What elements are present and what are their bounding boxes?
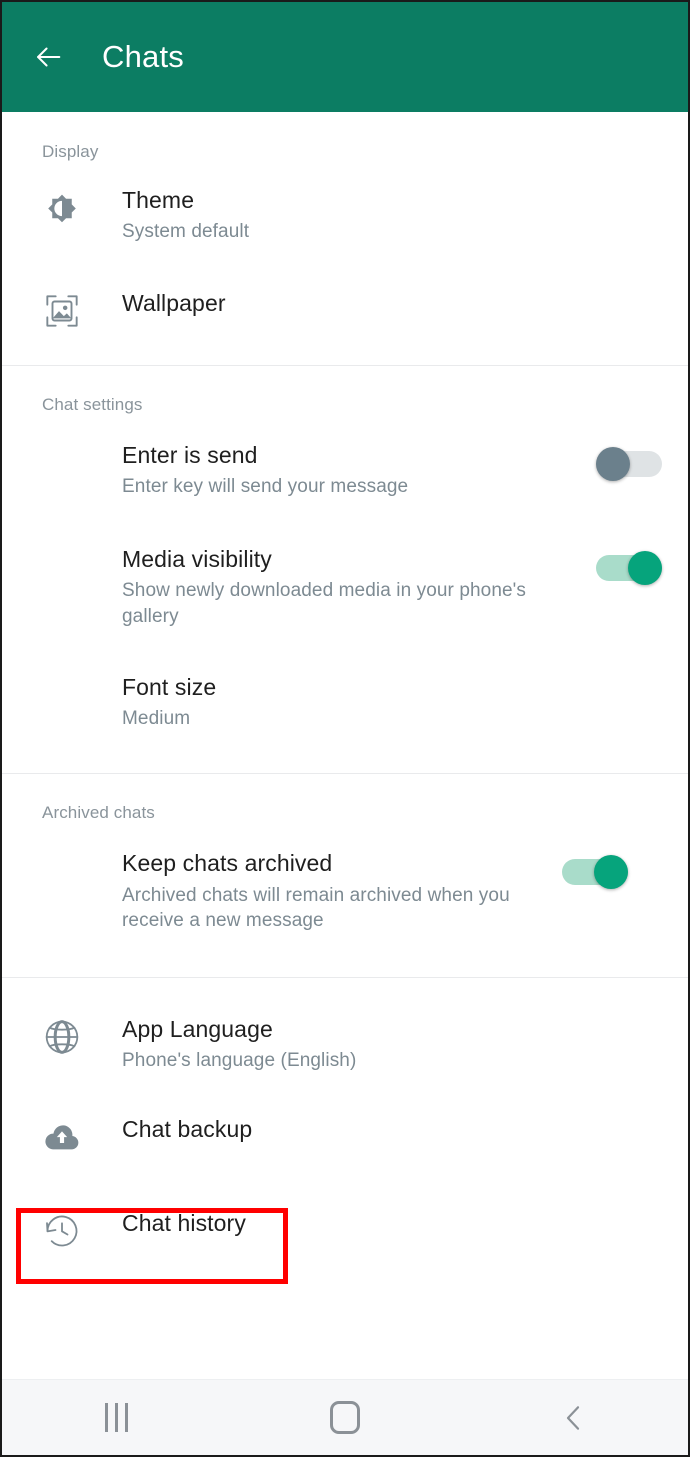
nav-home-button[interactable]: [290, 1388, 400, 1448]
row-text-chat-backup: Chat backup: [122, 1115, 662, 1144]
android-nav-bar: [2, 1379, 688, 1455]
row-title-font-size: Font size: [122, 673, 217, 700]
row-keep-chats-archived[interactable]: Keep chats archived Archived chats will …: [2, 829, 688, 977]
back-button[interactable]: [28, 37, 68, 77]
row-chat-history[interactable]: Chat history: [2, 1183, 688, 1277]
row-icon-app-language: [2, 1015, 122, 1057]
row-control-keep-chats-archived: [552, 849, 628, 890]
nav-back-button[interactable]: [519, 1388, 629, 1448]
row-text-theme: Theme System default: [122, 186, 662, 245]
cloud-upload-icon: [45, 1125, 79, 1150]
row-subtitle-enter-is-send: Enter key will send your message: [122, 475, 409, 497]
home-square-icon: [329, 1401, 360, 1434]
row-title-keep-chats-archived: Keep chats archived: [122, 850, 333, 877]
row-font-size[interactable]: Font size Medium: [2, 649, 688, 774]
row-media-visibility[interactable]: Media visibility Show newly downloaded m…: [2, 519, 688, 649]
row-text-font-size: Font size Medium: [122, 673, 662, 732]
row-text-app-language: App Language Phone's language (English): [122, 1015, 662, 1074]
section-label-display: Display: [42, 142, 99, 161]
row-icon-placeholder: [2, 673, 122, 675]
row-title-wallpaper: Wallpaper: [122, 289, 226, 316]
toggle-media-visibility[interactable]: [596, 551, 662, 586]
globe-icon: [42, 1019, 82, 1054]
row-subtitle-keep-chats-archived: Archived chats will remain archived when…: [122, 884, 510, 931]
row-icon-placeholder: [2, 545, 122, 547]
recents-bars-icon: [104, 1403, 128, 1432]
row-subtitle-media-visibility: Show newly downloaded media in your phon…: [122, 580, 527, 627]
row-wallpaper[interactable]: Wallpaper: [2, 263, 688, 365]
arrow-left-icon: [31, 40, 65, 74]
toggle-keep-chats-archived[interactable]: [562, 855, 628, 890]
row-title-media-visibility: Media visibility: [122, 546, 272, 573]
phone-screen: Chats Display Theme System default Wallp…: [0, 0, 690, 1457]
row-text-keep-chats-archived: Keep chats archived Archived chats will …: [122, 849, 552, 933]
row-text-media-visibility: Media visibility Show newly downloaded m…: [122, 545, 586, 629]
section-label-archived-chats: Archived chats: [42, 803, 155, 823]
row-title-chat-backup: Chat backup: [122, 1116, 253, 1143]
row-icon-placeholder: [2, 849, 122, 851]
toggle-enter-is-send[interactable]: [596, 446, 662, 481]
row-text-enter-is-send: Enter is send Enter key will send your m…: [122, 441, 586, 500]
row-control-enter-is-send: [586, 441, 662, 481]
chevron-left-icon: [558, 1402, 590, 1434]
row-icon-chat-history: [2, 1209, 122, 1251]
toggle-thumb: [596, 446, 630, 481]
row-subtitle-app-language: Phone's language (English): [122, 1050, 357, 1072]
toggle-thumb: [628, 551, 662, 586]
history-clock-icon: [42, 1211, 82, 1251]
row-text-chat-history: Chat history: [122, 1209, 662, 1238]
row-subtitle-theme: System default: [122, 221, 250, 243]
section-archived-chats: Archived chats Keep chats archived Archi…: [2, 773, 688, 977]
row-app-language[interactable]: App Language Phone's language (English): [2, 1001, 688, 1090]
app-bar: Chats: [2, 2, 688, 112]
row-title-enter-is-send: Enter is send: [122, 441, 258, 468]
row-icon-theme: [2, 186, 122, 228]
section-display: Display Theme System default Wallpaper: [2, 112, 688, 365]
row-icon-placeholder: [2, 441, 122, 443]
row-enter-is-send[interactable]: Enter is send Enter key will send your m…: [2, 421, 688, 520]
row-text-wallpaper: Wallpaper: [122, 289, 662, 318]
row-title-chat-history: Chat history: [122, 1210, 246, 1237]
row-control-media-visibility: [586, 545, 662, 586]
row-subtitle-font-size: Medium: [122, 708, 191, 730]
section-chat-settings: Chat settings Enter is send Enter key wi…: [2, 364, 688, 774]
nav-recents-button[interactable]: [61, 1388, 171, 1448]
settings-list: Display Theme System default Wallpaper C…: [2, 112, 688, 1278]
row-theme[interactable]: Theme System default: [2, 168, 688, 263]
page-title: Chats: [102, 39, 184, 74]
row-title-theme: Theme: [122, 187, 195, 213]
wallpaper-image-icon: [42, 291, 82, 331]
row-chat-backup[interactable]: Chat backup: [2, 1089, 688, 1183]
section-misc: App Language Phone's language (English) …: [2, 976, 688, 1278]
row-icon-chat-backup: [2, 1115, 122, 1157]
brightness-icon: [48, 194, 76, 223]
section-label-chat-settings: Chat settings: [42, 394, 143, 414]
toggle-thumb: [594, 855, 628, 890]
row-icon-wallpaper: [2, 289, 122, 331]
row-title-app-language: App Language: [122, 1015, 273, 1042]
